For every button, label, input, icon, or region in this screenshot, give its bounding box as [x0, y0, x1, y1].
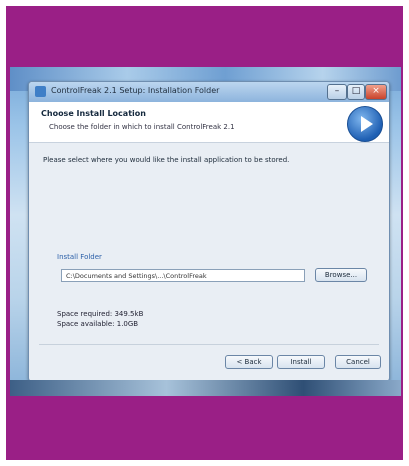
install-folder-label: Install Folder	[57, 253, 102, 261]
installer-logo-icon	[347, 106, 383, 142]
installer-window: ControlFreak 2.1 Setup: Installation Fol…	[28, 81, 390, 382]
play-arrow-icon	[361, 116, 373, 132]
maximize-button[interactable]: □	[347, 84, 365, 100]
app-icon	[35, 86, 46, 97]
instructions-text: Please select where you would like the i…	[43, 156, 290, 164]
install-button[interactable]: Install	[277, 355, 325, 369]
page-title: Choose Install Location	[41, 109, 146, 118]
screenshot-area: ControlFreak 2.1 Setup: Installation Fol…	[10, 67, 401, 396]
install-folder-input[interactable]: C:\Documents and Settings\...\ControlFre…	[61, 269, 305, 282]
wizard-header: Choose Install Location Choose the folde…	[29, 102, 389, 143]
divider	[39, 344, 379, 345]
page-subtitle: Choose the folder in which to install Co…	[49, 123, 235, 131]
taskbar-area	[10, 380, 401, 396]
cancel-button[interactable]: Cancel	[335, 355, 381, 369]
space-required-text: Space required: 349.5kB	[57, 310, 144, 318]
browse-button[interactable]: Browse...	[315, 268, 367, 282]
space-available-text: Space available: 1.0GB	[57, 320, 139, 328]
close-button[interactable]: ×	[365, 84, 387, 100]
title-bar[interactable]: ControlFreak 2.1 Setup: Installation Fol…	[29, 82, 389, 102]
back-button[interactable]: < Back	[225, 355, 273, 369]
minimize-button[interactable]: –	[327, 84, 347, 100]
window-title: ControlFreak 2.1 Setup: Installation Fol…	[51, 86, 220, 95]
